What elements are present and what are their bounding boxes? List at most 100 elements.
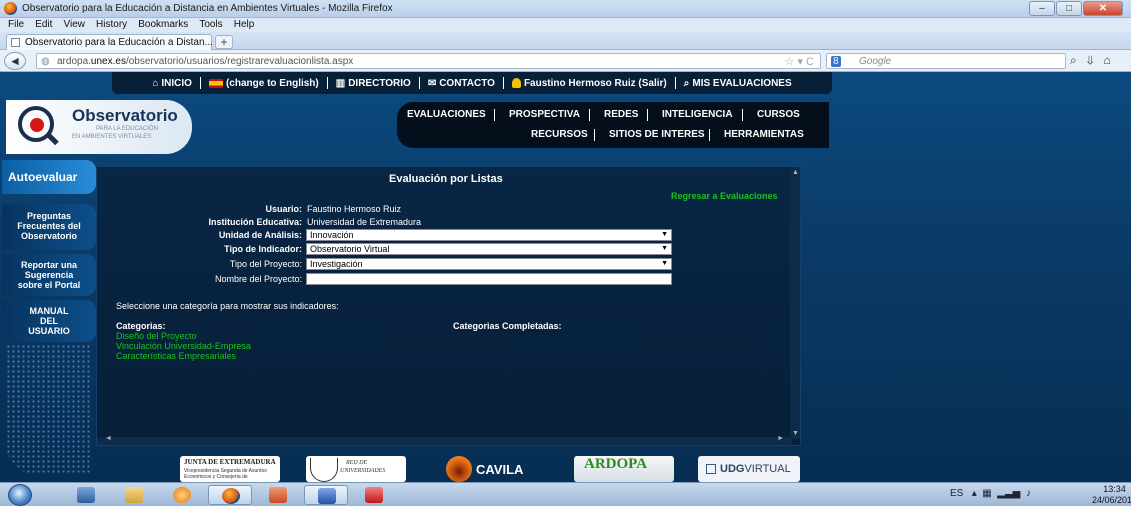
window-title: Observatorio para la Educación a Distanc…: [22, 3, 393, 14]
menu-history[interactable]: History: [92, 18, 131, 32]
taskbar-app-acrobat[interactable]: [352, 485, 396, 505]
nav-directorio[interactable]: ▥ DIRECTORIO: [336, 78, 411, 89]
category-link[interactable]: Vinculación Universidad-Empresa: [116, 341, 251, 351]
globe-icon: ◍: [41, 56, 50, 67]
nombre-proyecto-label: Nombre del Proyecto:: [214, 274, 302, 284]
menu-inteligencia[interactable]: INTELIGENCIA: [662, 109, 733, 120]
taskbar-app-media[interactable]: [160, 485, 204, 505]
taskbar-app-firefox[interactable]: [208, 485, 252, 505]
url-bar[interactable]: ◍ ardopa.unex.es/observatorio/usuarios/r…: [36, 53, 821, 69]
institucion-label: Institución Educativa:: [208, 217, 302, 227]
close-button[interactable]: ✕: [1083, 1, 1123, 16]
back-button[interactable]: ◄: [4, 52, 26, 70]
menu-tools[interactable]: Tools: [195, 18, 226, 32]
menu-prospectiva[interactable]: PROSPECTIVA: [509, 109, 580, 120]
menu-view[interactable]: View: [59, 18, 89, 32]
divider: [494, 109, 495, 121]
main-menu: EVALUACIONES PROSPECTIVA REDES INTELIGEN…: [397, 102, 829, 148]
taskbar: ES ▴ ▦ ▂▃▅ ♪ 13:34 24/06/2013: [0, 482, 1131, 506]
red-universidades-logo[interactable]: RED DE UNIVERSIDADES: [306, 456, 406, 482]
divider: [594, 129, 595, 141]
unidad-select[interactable]: Innovación ▼: [306, 229, 672, 241]
category-link[interactable]: Características Empresariales: [116, 351, 236, 361]
nav-mis-evaluaciones[interactable]: ⌕ MIS EVALUACIONES: [684, 78, 792, 89]
taskbar-app-word[interactable]: [304, 485, 348, 505]
scroll-left-icon[interactable]: ◄: [105, 435, 112, 442]
menu-evaluaciones[interactable]: EVALUACIONES: [407, 109, 486, 120]
scroll-right-icon[interactable]: ►: [777, 435, 784, 442]
vertical-scrollbar[interactable]: ▲ ▼: [790, 167, 800, 439]
tray-arrow-icon[interactable]: ▴: [972, 488, 977, 499]
scroll-up-icon[interactable]: ▲: [792, 169, 799, 176]
nombre-proyecto-field[interactable]: [306, 273, 672, 285]
sidebar-autoevaluar[interactable]: Autoevaluar: [2, 160, 96, 194]
download-icon[interactable]: ⇓: [1087, 53, 1094, 67]
instructions-text: Seleccione una categoría para mostrar su…: [116, 301, 339, 311]
cavila-logo[interactable]: CAVILA: [446, 456, 536, 482]
tipo-indicador-select[interactable]: Observatorio Virtual ▼: [306, 243, 672, 255]
regresar-link[interactable]: Regresar a Evaluaciones: [671, 191, 778, 201]
home-icon[interactable]: ⌂: [1104, 53, 1111, 67]
sidebar-reportar-sugerencia[interactable]: Reportar una Sugerencia sobre el Portal: [2, 254, 96, 296]
firefox-icon: [4, 2, 17, 15]
sidebar-preguntas-frecuentes[interactable]: Preguntas Frecuentes del Observatorio: [2, 204, 96, 250]
menu-redes[interactable]: REDES: [604, 109, 638, 120]
taskbar-app-generic[interactable]: [64, 485, 108, 505]
menu-sitios-de-interes[interactable]: SITIOS DE INTERES: [609, 129, 705, 140]
tipo-proyecto-select[interactable]: Investigación ▼: [306, 258, 672, 270]
start-button[interactable]: [8, 484, 32, 506]
ardopa-logo[interactable]: ARDOPA: [574, 456, 674, 482]
menu-bookmarks[interactable]: Bookmarks: [134, 18, 192, 32]
search-input[interactable]: 8 Google: [826, 53, 1066, 69]
divider: [199, 77, 201, 89]
clock[interactable]: 13:34 24/06/2013: [1092, 484, 1131, 506]
bookmark-star-icon[interactable]: ☆ ▾ C: [785, 55, 814, 68]
scroll-down-icon[interactable]: ▼: [792, 430, 799, 437]
tipo-indicador-label: Tipo de Indicador:: [224, 244, 302, 254]
menu-recursos[interactable]: RECURSOS: [531, 129, 588, 140]
browser-tab[interactable]: Observatorio para la Educación a Distan.…: [6, 34, 213, 50]
tab-bar: Observatorio para la Educación a Distan.…: [0, 32, 1131, 50]
nav-contacto[interactable]: ✉ CONTACTO: [428, 78, 495, 89]
nav-inicio[interactable]: ⌂ INICIO: [152, 78, 192, 89]
minimize-button[interactable]: –: [1029, 1, 1055, 16]
horizontal-scrollbar[interactable]: ◄ ►: [97, 435, 792, 445]
logo-subtitle-1: PARA LA EDUCACIÓN: [96, 126, 158, 132]
udgvirtual-logo[interactable]: UDGVIRTUAL: [698, 456, 800, 482]
volume-icon[interactable]: ♪: [1026, 488, 1031, 499]
logo-subtitle-2: EN AMBIENTES VIRTUALES: [72, 134, 152, 140]
search-engine-icon[interactable]: 8: [831, 56, 841, 67]
menu-bar: File Edit View History Bookmarks Tools H…: [0, 18, 1131, 32]
language-indicator[interactable]: ES: [950, 488, 963, 499]
divider: [418, 77, 420, 89]
clock-time: 13:34: [1103, 484, 1126, 494]
menu-file[interactable]: File: [0, 18, 28, 32]
sponsor-logos: JUNTA DE EXTREMADURA Vicepresidencia Seg…: [180, 456, 810, 482]
window-controls: – □ ✕: [1029, 1, 1123, 16]
junta-extremadura-logo[interactable]: JUNTA DE EXTREMADURA Vicepresidencia Seg…: [180, 456, 280, 482]
signal-icon[interactable]: ▂▃▅: [997, 488, 1020, 499]
page-icon: [11, 38, 20, 47]
maximize-button[interactable]: □: [1056, 1, 1082, 16]
sidebar-manual-usuario[interactable]: MANUAL DEL USUARIO: [2, 300, 96, 342]
nav-user[interactable]: Faustino Hermoso Ruiz (Salir): [511, 78, 667, 89]
toolbar-icons: ⌕ ⇓ ⌂: [1070, 53, 1111, 68]
page-title: Evaluación por Listas: [389, 173, 503, 185]
site-logo[interactable]: Observatorio PARA LA EDUCACIÓN EN AMBIEN…: [6, 100, 192, 154]
spain-flag-icon: [208, 78, 223, 88]
menu-cursos[interactable]: CURSOS: [757, 109, 800, 120]
new-tab-button[interactable]: +: [215, 35, 233, 49]
menu-herramientas[interactable]: HERRAMIENTAS: [724, 129, 804, 140]
taskbar-app-powerpoint[interactable]: [256, 485, 300, 505]
search-icon[interactable]: ⌕: [1070, 53, 1077, 67]
categorias-label: Categorias:: [116, 321, 166, 331]
network-icon[interactable]: ▦: [982, 488, 991, 499]
nav-change-language[interactable]: (change to English): [208, 78, 319, 89]
institucion-value: Universidad de Extremadura: [307, 217, 422, 227]
category-link[interactable]: Diseño del Proyecto: [116, 331, 197, 341]
user-icon: [511, 78, 521, 88]
cavila-emblem: [446, 456, 472, 482]
menu-help[interactable]: Help: [230, 18, 259, 32]
taskbar-app-explorer[interactable]: [112, 485, 156, 505]
menu-edit[interactable]: Edit: [31, 18, 56, 32]
